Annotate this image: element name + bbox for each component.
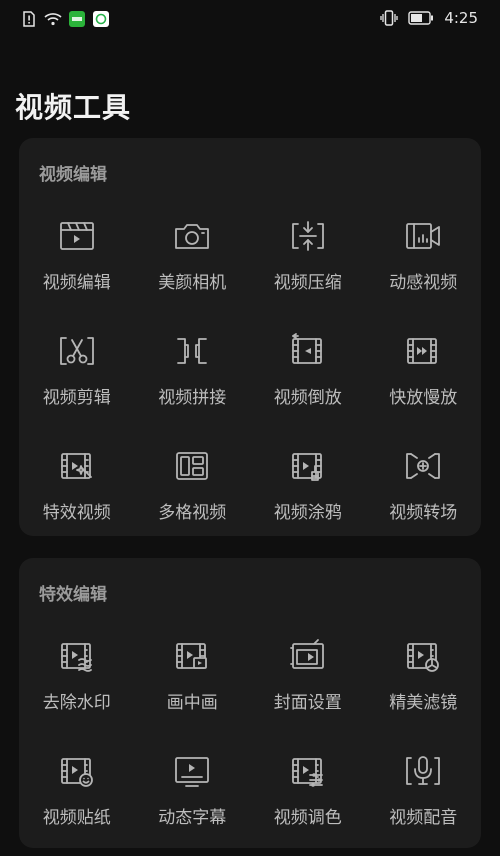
tool-item[interactable]: 视频剪辑 bbox=[19, 321, 135, 436]
tool-row: 特效视频 多格视频 视频涂鸦 视频转场 bbox=[19, 436, 481, 551]
tool-item[interactable]: 封面设置 bbox=[250, 626, 366, 741]
tool-label: 视频配音 bbox=[389, 808, 458, 828]
tool-label: 视频编辑 bbox=[42, 273, 111, 293]
tool-label: 视频拼接 bbox=[158, 388, 227, 408]
brush-icon bbox=[288, 446, 328, 486]
tool-label: 多格视频 bbox=[158, 503, 227, 523]
tool-label: 精美滤镜 bbox=[389, 693, 458, 713]
cover-icon bbox=[288, 636, 328, 676]
transition-icon bbox=[403, 446, 443, 486]
tool-item[interactable]: 动感视频 bbox=[366, 206, 482, 321]
tool-item[interactable]: 视频贴纸 bbox=[19, 741, 135, 856]
microphone-icon bbox=[403, 751, 443, 791]
join-icon bbox=[172, 331, 212, 371]
vibrate-icon bbox=[380, 9, 398, 27]
tool-grid: 去除水印 画中画 封面设置 精美滤镜视频贴纸 动态字幕 视频调色 视频配音 bbox=[19, 626, 481, 856]
tool-item[interactable]: 动态字幕 bbox=[135, 741, 251, 856]
clapperboard-icon bbox=[57, 216, 97, 256]
tool-item[interactable]: 美颜相机 bbox=[135, 206, 251, 321]
tool-item[interactable]: 去除水印 bbox=[19, 626, 135, 741]
tool-item[interactable]: 视频配音 bbox=[366, 741, 482, 856]
tool-label: 视频贴纸 bbox=[42, 808, 111, 828]
compress-icon bbox=[288, 216, 328, 256]
reverse-icon bbox=[288, 331, 328, 371]
subtitle-icon bbox=[172, 751, 212, 791]
tool-label: 视频涂鸦 bbox=[273, 503, 342, 523]
status-left-icons bbox=[20, 10, 110, 28]
scissors-icon bbox=[57, 331, 97, 371]
wifi-icon bbox=[44, 10, 62, 28]
tool-grid: 视频编辑 美颜相机 视频压缩 动感视频视频剪辑 视频拼接 视频倒放 快放慢放特效视频 多格视频… bbox=[19, 206, 481, 551]
tool-row: 视频贴纸 动态字幕 视频调色 视频配音 bbox=[19, 741, 481, 856]
tool-label: 特效视频 bbox=[42, 503, 111, 523]
tool-item[interactable]: 视频调色 bbox=[250, 741, 366, 856]
tool-item[interactable]: 快放慢放 bbox=[366, 321, 482, 436]
section-effect-edit: 特效编辑 去除水印 画中画 封面设置 精美滤镜视频贴纸 动态字幕 视频调色 视频配音 bbox=[19, 558, 481, 848]
tool-item[interactable]: 视频转场 bbox=[366, 436, 482, 551]
tool-label: 封面设置 bbox=[273, 693, 342, 713]
camera-icon bbox=[172, 216, 212, 256]
status-bar: 4:25 bbox=[0, 0, 500, 40]
filter-icon bbox=[403, 636, 443, 676]
tool-item[interactable]: 视频编辑 bbox=[19, 206, 135, 321]
section-title: 视频编辑 bbox=[39, 165, 107, 185]
tool-label: 画中画 bbox=[166, 693, 218, 713]
color-adjust-icon bbox=[288, 751, 328, 791]
app-badge-icon bbox=[68, 10, 86, 28]
fast-forward-icon bbox=[403, 331, 443, 371]
tool-item[interactable]: 画中画 bbox=[135, 626, 251, 741]
chat-app-icon bbox=[92, 10, 110, 28]
tool-item[interactable]: 视频压缩 bbox=[250, 206, 366, 321]
tool-item[interactable]: 多格视频 bbox=[135, 436, 251, 551]
video-camera-icon bbox=[403, 216, 443, 256]
picture-in-picture-icon bbox=[172, 636, 212, 676]
tool-row: 去除水印 画中画 封面设置 精美滤镜 bbox=[19, 626, 481, 741]
sticker-icon bbox=[57, 751, 97, 791]
tool-label: 视频剪辑 bbox=[42, 388, 111, 408]
tool-item[interactable]: 视频涂鸦 bbox=[250, 436, 366, 551]
tool-row: 视频编辑 美颜相机 视频压缩 动感视频 bbox=[19, 206, 481, 321]
tool-label: 去除水印 bbox=[42, 693, 111, 713]
effect-wand-icon bbox=[57, 446, 97, 486]
tool-label: 视频压缩 bbox=[273, 273, 342, 293]
tool-label: 美颜相机 bbox=[158, 273, 227, 293]
multi-grid-icon bbox=[172, 446, 212, 486]
tool-label: 视频调色 bbox=[273, 808, 342, 828]
tool-label: 视频转场 bbox=[389, 503, 458, 523]
tool-item[interactable]: 特效视频 bbox=[19, 436, 135, 551]
section-title: 特效编辑 bbox=[39, 585, 107, 605]
sim-alert-icon bbox=[20, 10, 38, 28]
tool-label: 动感视频 bbox=[389, 273, 458, 293]
tool-item[interactable]: 视频倒放 bbox=[250, 321, 366, 436]
status-right-icons: 4:25 bbox=[380, 9, 478, 27]
tool-label: 动态字幕 bbox=[158, 808, 227, 828]
status-time: 4:25 bbox=[444, 9, 478, 27]
battery-icon bbox=[408, 9, 434, 27]
tool-item[interactable]: 视频拼接 bbox=[135, 321, 251, 436]
tool-row: 视频剪辑 视频拼接 视频倒放 快放慢放 bbox=[19, 321, 481, 436]
tool-label: 快放慢放 bbox=[389, 388, 458, 408]
section-video-edit: 视频编辑 视频编辑 美颜相机 视频压缩 动感视频 视频剪辑 视频拼接 视频倒放 快放慢放 特效视… bbox=[19, 138, 481, 536]
page-title: 视频工具 bbox=[15, 91, 132, 124]
remove-watermark-icon bbox=[57, 636, 97, 676]
tool-label: 视频倒放 bbox=[273, 388, 342, 408]
tool-item[interactable]: 精美滤镜 bbox=[366, 626, 482, 741]
